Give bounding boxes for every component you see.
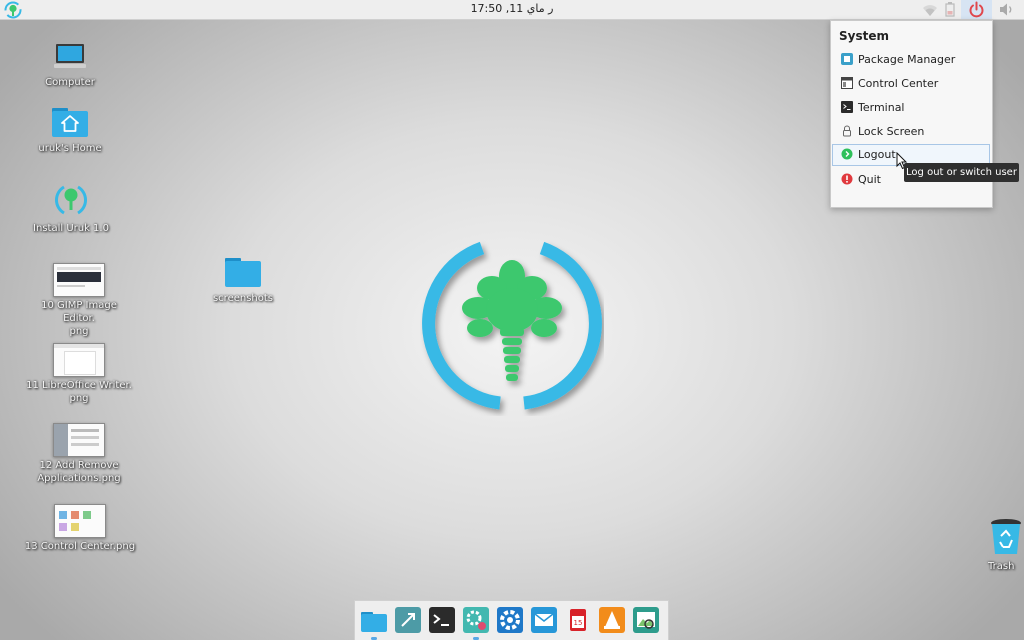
dock-item-vlc[interactable] [598, 606, 626, 634]
dock-item-system-settings[interactable] [496, 606, 524, 634]
desktop-icon-install[interactable]: Install Uruk 1.0 [26, 182, 116, 235]
dock-item-files[interactable] [360, 606, 388, 640]
files-icon [361, 612, 387, 632]
clock[interactable]: ر ماي 11, 17:50 [0, 2, 1024, 15]
top-panel: ر ماي 11, 17:50 [0, 0, 1024, 20]
desktop-icon-libreoffice-png[interactable]: 11 LibreOffice Writer. png [24, 343, 134, 405]
lock-icon [843, 125, 851, 137]
power-button[interactable] [961, 0, 992, 19]
desktop-icon-home[interactable]: uruk's Home [30, 106, 110, 155]
dock-item-mail[interactable] [530, 606, 558, 634]
dock-item-launcher[interactable] [394, 606, 422, 634]
vlc-icon [599, 607, 625, 633]
control-center-icon [841, 77, 853, 89]
volume-icon[interactable] [998, 2, 1016, 17]
desktop-icon-trash[interactable]: Trash [988, 518, 1024, 573]
mail-icon [531, 607, 557, 633]
desktop-icon-gimp-png[interactable]: 10 GIMP Image Editor. png [24, 263, 134, 338]
computer-icon [54, 44, 86, 68]
terminal-icon [841, 101, 853, 113]
menu-item-label: Package Manager [858, 53, 956, 66]
terminal-icon [429, 607, 455, 633]
desktop-icon-label: 13 Control Center.png [24, 541, 136, 552]
image-thumbnail [54, 504, 106, 538]
install-icon [54, 185, 88, 215]
menu-item-package-manager[interactable]: Package Manager [832, 49, 990, 71]
desktop-icon-control-center-png[interactable]: 13 Control Center.png [20, 504, 140, 553]
calendar-icon: 15 [570, 609, 586, 631]
menu-item-lock-screen[interactable]: Lock Screen [832, 121, 990, 143]
logout-icon [841, 148, 853, 160]
menu-item-terminal[interactable]: Terminal [832, 97, 990, 119]
launcher-icon [395, 607, 421, 633]
menu-item-label: Quit [858, 173, 881, 186]
desktop-icon-label: screenshots [212, 293, 274, 304]
menu-item-label: Lock Screen [858, 125, 925, 138]
desktop-icon-label: Computer [45, 77, 95, 88]
dock: 15 [354, 600, 669, 640]
desktop-icon-computer[interactable]: Computer [30, 42, 110, 89]
image-viewer-icon [633, 607, 659, 633]
desktop-icon-label: uruk's Home [38, 143, 102, 154]
uruk-wallpaper-logo [420, 232, 604, 416]
desktop-icon-label: 11 LibreOffice Writer. png [26, 380, 132, 404]
image-thumbnail [53, 263, 105, 297]
menu-item-label: Logout [858, 148, 896, 161]
tooltip: Log out or switch user [904, 163, 1019, 182]
menu-item-label: Terminal [858, 101, 905, 114]
image-thumbnail [53, 343, 105, 377]
package-manager-icon [841, 53, 853, 65]
dock-item-terminal[interactable] [428, 606, 456, 634]
system-settings-icon [497, 607, 523, 633]
menu-item-control-center[interactable]: Control Center [832, 73, 990, 95]
calendar-day: 15 [574, 619, 583, 627]
menu-title: System [839, 29, 889, 43]
wifi-icon[interactable] [922, 2, 938, 16]
desktop-icon-label: 12 Add Remove Applications.png [37, 460, 121, 484]
quit-icon [841, 173, 853, 185]
dock-item-calendar[interactable]: 15 [564, 606, 592, 634]
menu-item-label: Control Center [858, 77, 939, 90]
battery-icon[interactable] [945, 2, 955, 17]
trash-icon [991, 519, 1021, 554]
desktop-icon-label: Trash [988, 561, 1015, 572]
settings-icon [463, 607, 489, 633]
desktop-icon-add-remove-png[interactable]: 12 Add Remove Applications.png [24, 423, 134, 485]
power-icon [969, 1, 984, 18]
dock-item-image-viewer[interactable] [632, 606, 660, 634]
dock-item-settings[interactable] [462, 606, 490, 640]
home-folder-icon [52, 108, 88, 137]
desktop-icon-label: 10 GIMP Image Editor. png [41, 300, 117, 337]
folder-icon [225, 258, 261, 287]
desktop-icon-screenshots[interactable]: screenshots [203, 256, 283, 305]
image-thumbnail [53, 423, 105, 457]
desktop-icon-label: Install Uruk 1.0 [33, 223, 109, 234]
